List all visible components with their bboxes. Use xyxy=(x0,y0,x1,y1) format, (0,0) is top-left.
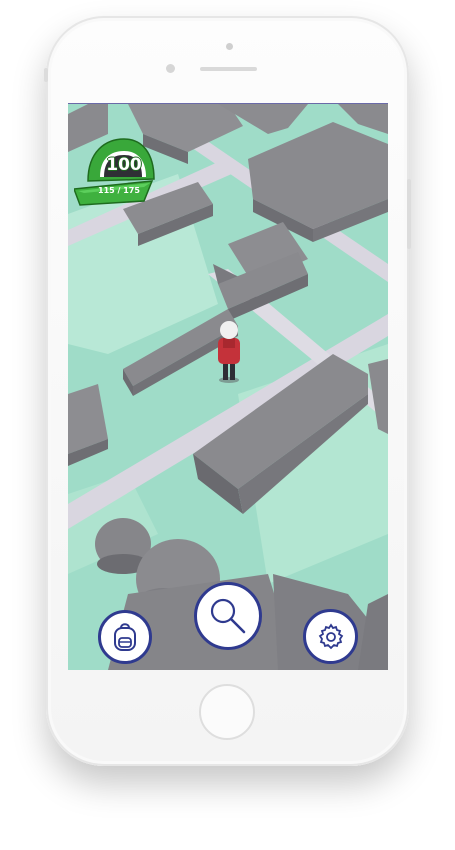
earpiece-speaker xyxy=(200,67,257,71)
search-button[interactable] xyxy=(194,582,262,650)
xp-progress-text: 115 / 175 xyxy=(98,186,140,195)
volume-button xyxy=(407,179,411,249)
level-badge[interactable]: 100 xyxy=(72,131,156,209)
backpack-icon xyxy=(114,623,136,651)
gear-icon xyxy=(318,622,343,649)
settings-button[interactable] xyxy=(303,609,358,664)
proximity-sensor xyxy=(166,64,175,73)
level-number: 100 xyxy=(106,155,142,175)
backpack-button[interactable] xyxy=(98,610,152,664)
front-camera xyxy=(226,43,233,50)
player-avatar xyxy=(218,321,240,383)
magnifier-icon xyxy=(210,598,246,634)
mute-switch xyxy=(44,68,48,82)
home-button[interactable] xyxy=(199,684,255,740)
